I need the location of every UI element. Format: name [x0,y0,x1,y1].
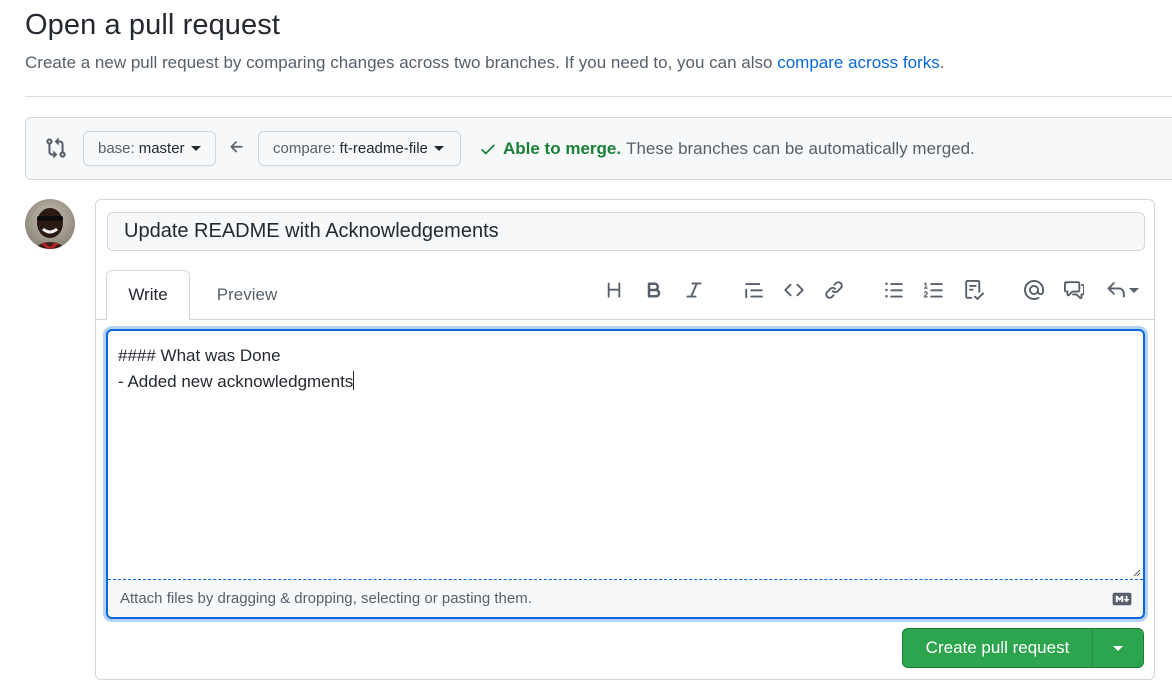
tab-write[interactable]: Write [106,270,190,320]
bold-icon[interactable] [642,278,666,302]
branch-range-bar: base: master compare: ft-readme-file Abl… [25,117,1172,180]
markdown-icon[interactable] [1112,592,1132,606]
merge-status: Able to merge. These branches can be aut… [479,139,975,159]
attach-files-bar[interactable]: Attach files by dragging & dropping, sel… [108,579,1143,617]
caret-down-icon [433,146,444,151]
caret-down-icon [1113,645,1123,651]
create-pull-request-button[interactable]: Create pull request [903,629,1092,667]
pull-request-composer: Write Preview [95,199,1155,680]
tab-preview[interactable]: Preview [196,270,298,320]
avatar [25,199,75,249]
base-value: master [138,140,185,157]
ordered-list-icon[interactable] [922,278,946,302]
merge-message: These branches can be automatically merg… [626,139,975,158]
unordered-list-icon[interactable] [882,278,906,302]
tab-divider [96,319,1154,320]
mention-icon[interactable] [1022,278,1046,302]
arrow-left-icon [230,141,243,153]
compare-value: ft-readme-file [339,140,428,157]
resize-handle-icon[interactable] [1133,569,1141,577]
page-title: Open a pull request [25,9,281,41]
caret-down-icon [190,146,201,151]
compare-branch-select[interactable]: compare: ft-readme-file [258,131,461,166]
body-line-2: - Added new acknowledgments [118,372,354,391]
header-divider [25,96,1172,97]
body-line-1: #### What was Done [118,346,281,365]
caret-down-icon [1128,287,1139,293]
task-list-icon[interactable] [962,278,986,302]
merge-ok-text: Able to merge. [503,139,622,158]
title-input[interactable] [107,212,1145,251]
subtitle-text: Create a new pull request by comparing c… [25,53,778,72]
base-label: base: [98,140,135,157]
reply-icon[interactable] [1102,278,1142,302]
cross-reference-icon[interactable] [1062,278,1086,302]
compare-across-forks-link[interactable]: compare across forks [777,53,940,72]
italic-icon[interactable] [682,278,706,302]
base-branch-select[interactable]: base: master [83,131,216,166]
text-cursor [353,371,355,390]
link-icon[interactable] [822,278,846,302]
pull-request-body-editor[interactable]: #### What was Done - Added new acknowledg… [106,329,1145,619]
create-options-dropdown[interactable] [1092,629,1143,667]
git-compare-icon [46,137,66,159]
body-text[interactable]: #### What was Done - Added new acknowledg… [118,343,355,395]
check-icon [481,144,495,155]
quote-icon[interactable] [742,278,766,302]
compare-label: compare: [273,140,336,157]
subtitle-end: . [939,53,945,72]
attach-text: Attach files by dragging & dropping, sel… [120,590,532,607]
code-icon[interactable] [782,278,806,302]
heading-icon[interactable] [602,278,626,302]
create-pull-request-button-group: Create pull request [902,628,1144,668]
page-subtitle: Create a new pull request by comparing c… [25,53,944,73]
